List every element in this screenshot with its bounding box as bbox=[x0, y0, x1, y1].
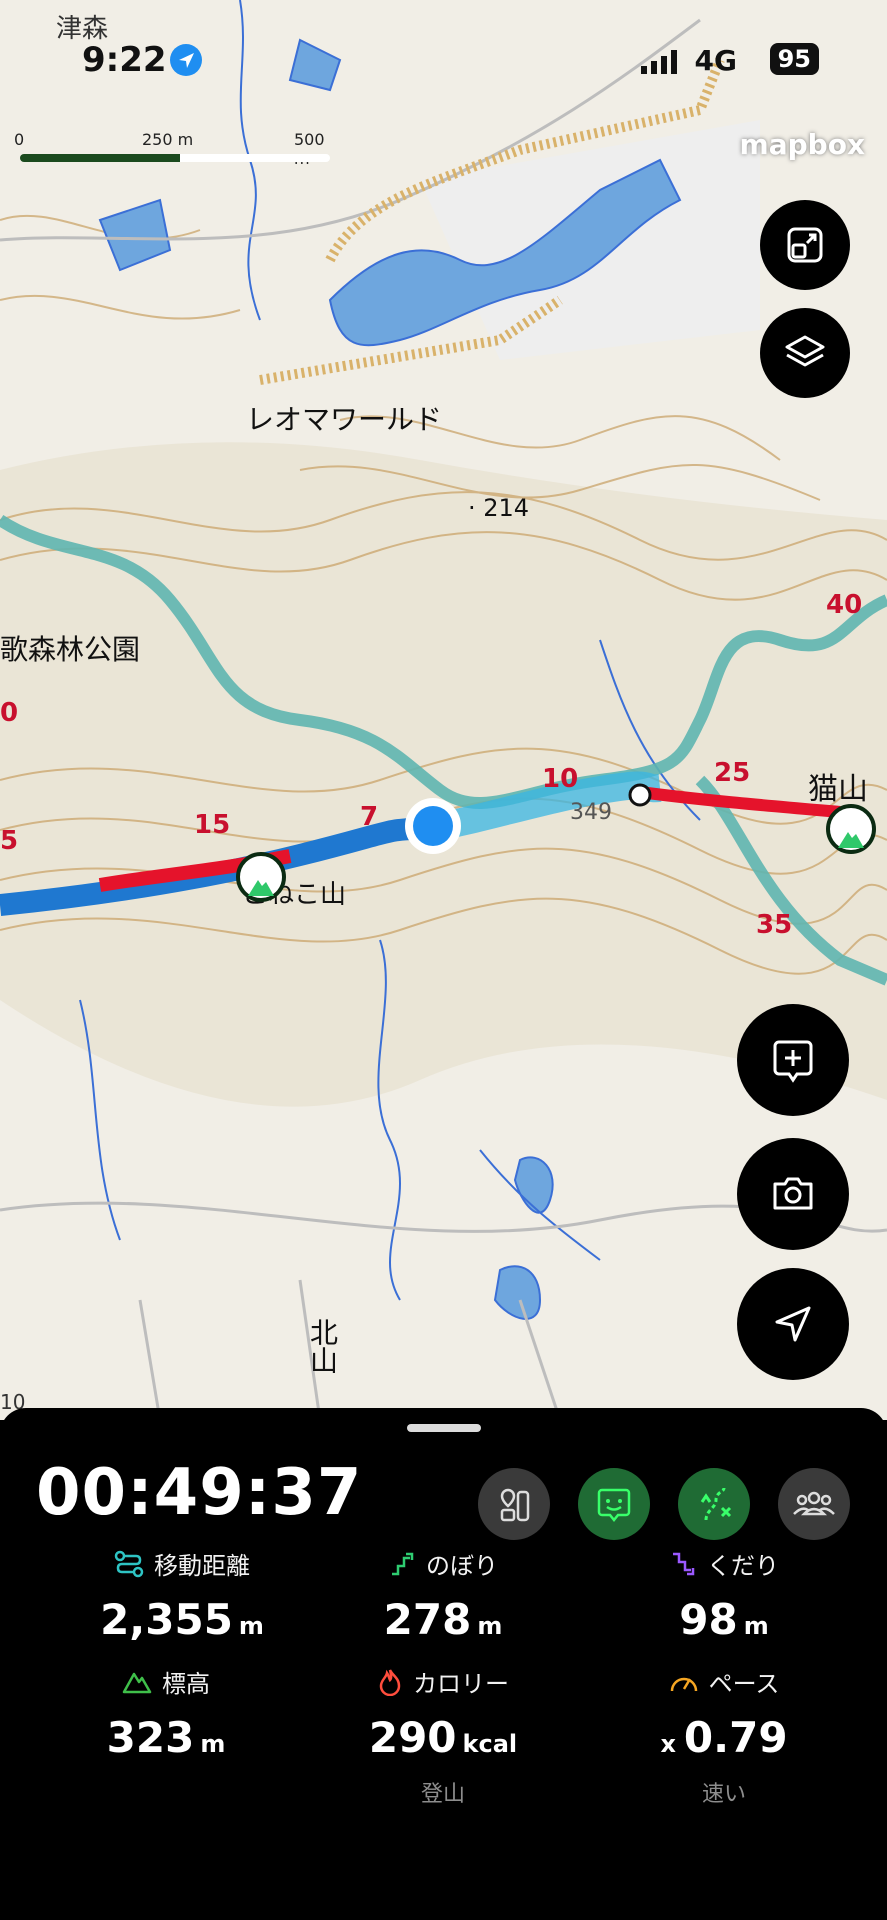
elapsed-timer: 00:49:37 bbox=[36, 1456, 363, 1530]
add-post-button[interactable] bbox=[737, 1004, 849, 1116]
layers-icon bbox=[785, 335, 825, 367]
stat-pace-prefix: x bbox=[660, 1730, 676, 1758]
camera-icon bbox=[773, 1177, 813, 1210]
stat-altitude: 標高 323 m bbox=[36, 1664, 296, 1762]
status-time: 9:22 bbox=[82, 40, 167, 80]
stat-distance-value: 2,355 bbox=[100, 1595, 233, 1644]
route-number: 7 bbox=[360, 802, 379, 832]
route-number: 5 bbox=[0, 826, 19, 856]
scale-label-0: 0 bbox=[14, 130, 25, 149]
stat-ascent: のぼり 278 m bbox=[313, 1546, 573, 1644]
elevation-value: 214 bbox=[483, 494, 530, 522]
navigation-button[interactable] bbox=[737, 1268, 849, 1380]
location-services-icon bbox=[170, 44, 202, 76]
flame-icon bbox=[379, 1668, 401, 1696]
face-plus-button[interactable] bbox=[578, 1468, 650, 1540]
map-label-park: 歌森林公園 bbox=[0, 633, 141, 666]
status-bar: 9:22 4G 95 bbox=[0, 40, 887, 80]
ascent-icon bbox=[392, 1552, 414, 1575]
stat-altitude-label: 標高 bbox=[162, 1670, 210, 1698]
stat-pace-value: 0.79 bbox=[683, 1713, 788, 1762]
scale-label-500: 500 m bbox=[294, 130, 325, 168]
map-label-tsumori: 津森 bbox=[56, 14, 109, 44]
add-post-icon bbox=[773, 1040, 813, 1083]
stat-calories-label: カロリー bbox=[413, 1670, 509, 1698]
stat-descent-value: 98 bbox=[679, 1595, 738, 1644]
expand-icon bbox=[787, 227, 823, 263]
stat-pace-label: ペース bbox=[708, 1670, 780, 1698]
camera-button[interactable] bbox=[737, 1138, 849, 1250]
peak-marker-neko[interactable] bbox=[826, 804, 876, 854]
stat-pace-sub: 速い bbox=[701, 1782, 746, 1807]
stat-descent: くだり 98 m bbox=[594, 1546, 854, 1644]
navigation-arrow-icon bbox=[775, 1306, 811, 1342]
stat-distance-label: 移動距離 bbox=[154, 1552, 250, 1580]
route-number: 35 bbox=[756, 910, 793, 940]
mountain-icon bbox=[122, 1672, 152, 1693]
route-number: 40 bbox=[826, 590, 863, 620]
stat-calories-unit: kcal bbox=[462, 1730, 518, 1758]
stat-distance-unit: m bbox=[238, 1612, 264, 1640]
peak-marker-koneko[interactable] bbox=[236, 852, 286, 902]
stat-calories-value: 290 bbox=[368, 1713, 457, 1762]
stat-altitude-unit: m bbox=[200, 1730, 226, 1758]
face-plus-icon bbox=[597, 1488, 631, 1523]
stat-distance: 移動距離 2,355 m bbox=[52, 1546, 312, 1644]
battery-level: 95 bbox=[769, 43, 819, 75]
map-label-reoma-world: レオマワールド bbox=[246, 403, 443, 436]
scale-bar bbox=[20, 154, 330, 162]
distance-icon bbox=[114, 1550, 144, 1577]
map-view[interactable]: 9:22 4G 95 0 250 m 500 m mapbox 津森 レオマワー… bbox=[0, 0, 887, 1420]
descent-icon bbox=[673, 1552, 695, 1575]
speedometer-icon bbox=[670, 1677, 697, 1691]
stat-descent-unit: m bbox=[743, 1612, 769, 1640]
route-switch-button[interactable] bbox=[678, 1468, 750, 1540]
expand-button[interactable] bbox=[760, 200, 850, 290]
stat-descent-label: くだり bbox=[707, 1552, 779, 1580]
layers-button[interactable] bbox=[760, 308, 850, 398]
map-label-neko-yama: 猫山 bbox=[808, 772, 868, 807]
map-label-elevation: · 214 bbox=[468, 494, 530, 522]
group-icon bbox=[793, 1491, 835, 1516]
stat-ascent-unit: m bbox=[477, 1612, 503, 1640]
map-label-349: 349 bbox=[570, 800, 612, 825]
route-map-icon bbox=[500, 1488, 530, 1522]
stat-calories-sub: 登山 bbox=[420, 1782, 465, 1807]
route-number: 15 bbox=[194, 810, 231, 840]
map-scale: 0 250 m 500 m bbox=[14, 130, 344, 170]
stat-calories: カロリー 290 kcal 登山 bbox=[313, 1664, 573, 1808]
network-type: 4G bbox=[694, 44, 737, 77]
stat-altitude-value: 323 bbox=[106, 1713, 195, 1762]
map-label-kita-yama: 北山 bbox=[306, 1318, 339, 1374]
route-number: 10 bbox=[542, 764, 579, 794]
drag-handle[interactable] bbox=[407, 1424, 481, 1432]
signal-icon bbox=[641, 50, 677, 74]
stat-ascent-label: のぼり bbox=[426, 1552, 498, 1580]
activity-panel[interactable]: 00:49:37 移動距離 2,355 m のぼり 278 m くだり 98 m… bbox=[0, 1408, 887, 1920]
scale-label-250: 250 m bbox=[142, 130, 194, 149]
route-map-button[interactable] bbox=[478, 1468, 550, 1540]
stat-ascent-value: 278 bbox=[383, 1595, 472, 1644]
route-switch-icon bbox=[700, 1487, 732, 1521]
stat-pace: ペース x 0.79 速い bbox=[594, 1664, 854, 1808]
mapbox-attribution: mapbox bbox=[739, 128, 865, 161]
route-number: 0 bbox=[0, 698, 19, 728]
group-button[interactable] bbox=[778, 1468, 850, 1540]
route-number: 25 bbox=[714, 758, 751, 788]
